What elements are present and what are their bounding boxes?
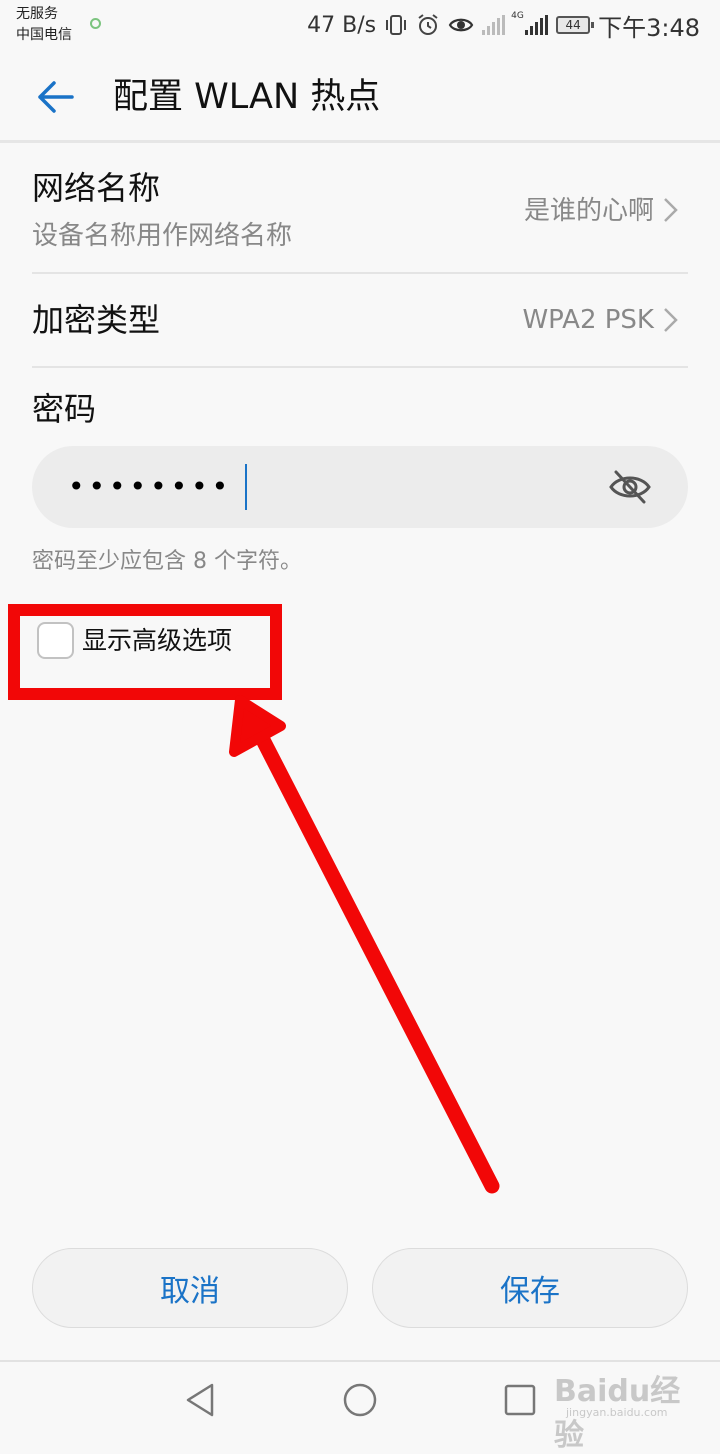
chevron-right-icon	[664, 198, 678, 222]
password-visibility-toggle[interactable]	[608, 466, 652, 508]
carrier-name: 中国电信	[16, 27, 72, 43]
encryption-type-row[interactable]: 加密类型 WPA2 PSK	[32, 276, 688, 366]
watermark-url: jingyan.baidu.com	[566, 1406, 668, 1419]
hd-call-icon	[90, 18, 101, 29]
clock: 下午3:48	[598, 13, 700, 42]
carrier-info: 无服务 中国电信	[16, 4, 72, 46]
vibrate-icon	[386, 15, 407, 35]
network-name-title: 网络名称	[32, 169, 161, 207]
nav-recents-button[interactable]	[500, 1380, 540, 1420]
recents-square-icon	[504, 1384, 536, 1416]
battery-level: 44	[565, 18, 581, 32]
row-divider	[32, 272, 688, 274]
page-title: 配置 WLAN 热点	[113, 77, 381, 117]
nav-back-button[interactable]	[180, 1380, 220, 1420]
row-divider	[32, 366, 688, 368]
save-button[interactable]: 保存	[372, 1248, 688, 1328]
network-name-row[interactable]: 网络名称 设备名称用作网络名称 是谁的心啊	[32, 160, 688, 268]
password-hint: 密码至少应包含 8 个字符。	[32, 549, 302, 574]
text-cursor	[245, 464, 247, 510]
carrier-service-status: 无服务	[16, 6, 58, 22]
eye-comfort-icon	[448, 18, 474, 32]
signal-x-icon	[482, 15, 506, 35]
back-triangle-icon	[186, 1383, 214, 1417]
app-header: 配置 WLAN 热点	[0, 50, 720, 140]
eye-off-icon	[609, 470, 651, 504]
alarm-icon	[418, 14, 438, 35]
nav-home-button[interactable]	[340, 1380, 380, 1420]
password-input[interactable]: ••••••••	[32, 446, 688, 528]
status-bar: 无服务 中国电信 47 B/s 4G 44 下午3:48	[0, 0, 720, 50]
baidu-watermark: Baidu经验 jingyan.baidu.com	[548, 1362, 688, 1453]
header-divider	[0, 140, 720, 143]
battery-icon: 44	[556, 16, 595, 34]
encryption-type-value: WPA2 PSK	[522, 305, 654, 335]
cancel-button[interactable]: 取消	[32, 1248, 348, 1328]
chevron-right-icon	[664, 308, 678, 332]
status-icons: 47 B/s 4G 44 下午3:48	[307, 8, 700, 42]
back-button[interactable]	[28, 72, 82, 122]
network-type-label: 4G	[511, 11, 524, 21]
home-circle-icon	[343, 1383, 377, 1417]
password-label: 密码	[32, 390, 97, 428]
annotation-highlight-box	[8, 604, 282, 700]
arrow-left-icon	[38, 81, 74, 113]
network-name-subtitle: 设备名称用作网络名称	[32, 221, 293, 251]
encryption-type-title: 加密类型	[32, 301, 161, 339]
password-masked-value: ••••••••	[68, 470, 233, 503]
signal-4g-icon: 4G	[511, 11, 549, 35]
network-name-value: 是谁的心啊	[523, 196, 654, 226]
net-speed: 47 B/s	[307, 12, 377, 38]
